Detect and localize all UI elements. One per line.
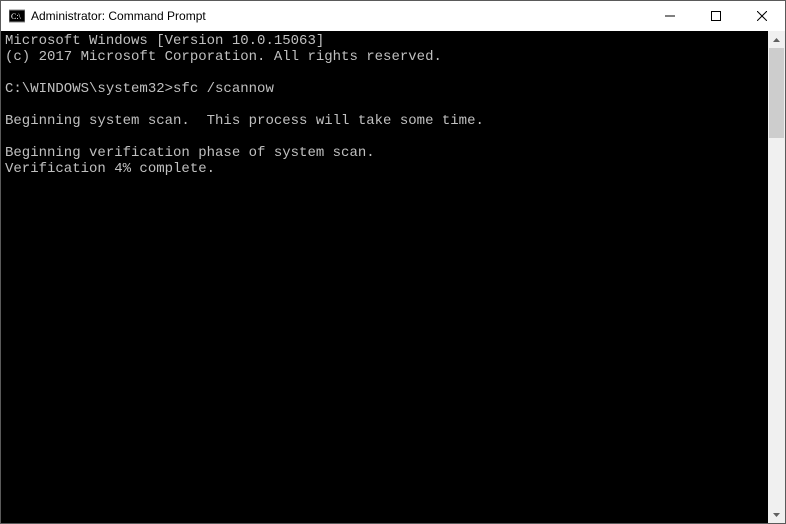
minimize-button[interactable]: [647, 1, 693, 31]
terminal-line: [5, 129, 764, 145]
cmd-icon: C:\: [9, 8, 25, 24]
chevron-up-icon: [773, 38, 780, 42]
maximize-button[interactable]: [693, 1, 739, 31]
terminal-line: C:\WINDOWS\system32>sfc /scannow: [5, 81, 764, 97]
terminal-output[interactable]: Microsoft Windows [Version 10.0.15063](c…: [1, 31, 768, 523]
scrollbar-track[interactable]: [768, 48, 785, 506]
terminal-line: Microsoft Windows [Version 10.0.15063]: [5, 33, 764, 49]
terminal-area: Microsoft Windows [Version 10.0.15063](c…: [1, 31, 785, 523]
scroll-up-button[interactable]: [768, 31, 785, 48]
terminal-line: [5, 97, 764, 113]
window-title: Administrator: Command Prompt: [31, 1, 647, 31]
terminal-line: Beginning verification phase of system s…: [5, 145, 764, 161]
close-icon: [757, 11, 767, 21]
close-button[interactable]: [739, 1, 785, 31]
terminal-line: Beginning system scan. This process will…: [5, 113, 764, 129]
vertical-scrollbar[interactable]: [768, 31, 785, 523]
terminal-line: [5, 65, 764, 81]
terminal-line: Verification 4% complete.: [5, 161, 764, 177]
scroll-down-button[interactable]: [768, 506, 785, 523]
chevron-down-icon: [773, 513, 780, 517]
minimize-icon: [665, 11, 675, 21]
scrollbar-thumb[interactable]: [769, 48, 784, 138]
terminal-line: (c) 2017 Microsoft Corporation. All righ…: [5, 49, 764, 65]
maximize-icon: [711, 11, 721, 21]
svg-text:C:\: C:\: [11, 12, 22, 21]
command-prompt-window: C:\ Administrator: Command Prompt: [0, 0, 786, 524]
titlebar[interactable]: C:\ Administrator: Command Prompt: [1, 1, 785, 31]
window-controls: [647, 1, 785, 31]
